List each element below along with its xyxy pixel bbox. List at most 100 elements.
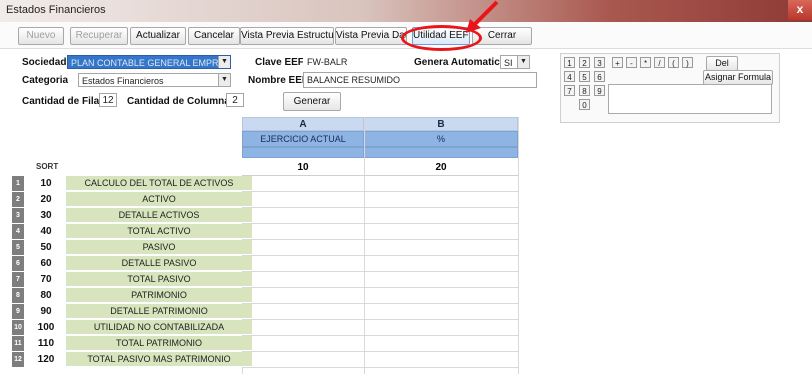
sociedad-value: PLAN CONTABLE GENERAL EMPRESARIAL (71, 58, 230, 68)
grid-line (242, 335, 518, 336)
nombre-eeff-field[interactable]: BALANCE RESUMIDO (303, 72, 537, 88)
table-row[interactable]: 3 30 DETALLE ACTIVOS (12, 208, 252, 224)
row-label[interactable]: DETALLE ACTIVOS (66, 208, 252, 223)
table-row[interactable]: 12 120 TOTAL PASIVO MAS PATRIMONIO (12, 352, 252, 368)
window-title: Estados Financieros (6, 4, 106, 16)
nuevo-button[interactable]: Nuevo (18, 27, 64, 45)
formula-input[interactable] (608, 84, 772, 114)
row-label[interactable]: UTILIDAD NO CONTABILIZADA (66, 320, 252, 335)
row-label[interactable]: TOTAL PASIVO (66, 272, 252, 287)
clave-eeff-field[interactable]: FW-BALR (303, 54, 361, 68)
row-sort[interactable]: 110 (26, 336, 66, 351)
column-b-title[interactable]: % (364, 131, 518, 147)
genera-automatico-select[interactable]: SI ▼ (500, 55, 530, 69)
column-a-blank[interactable] (242, 147, 364, 158)
row-number: 6 (12, 256, 24, 271)
sociedad-label: Sociedad (22, 57, 67, 68)
cantidad-filas-label: Cantidad de Filas (22, 96, 105, 107)
row-sort[interactable]: 80 (26, 288, 66, 303)
categoria-select[interactable]: Estados Financieros ▼ (78, 73, 231, 87)
grid-line (242, 239, 518, 240)
table-row[interactable]: 6 60 DETALLE PASIVO (12, 256, 252, 272)
recuperar-button[interactable]: Recuperar (70, 27, 128, 45)
table-row[interactable]: 7 70 TOTAL PASIVO (12, 272, 252, 288)
sociedad-select[interactable]: PLAN CONTABLE GENERAL EMPRESARIAL ▼ (67, 55, 231, 69)
column-a-number[interactable]: 10 (242, 160, 364, 176)
row-label[interactable]: DETALLE PATRIMONIO (66, 304, 252, 319)
close-icon[interactable]: x (788, 0, 812, 20)
table-row[interactable]: 9 90 DETALLE PATRIMONIO (12, 304, 252, 320)
row-sort[interactable]: 50 (26, 240, 66, 255)
chevron-down-icon[interactable]: ▼ (218, 56, 230, 68)
chevron-down-icon[interactable]: ▼ (218, 74, 230, 86)
key-plus[interactable]: + (612, 57, 623, 68)
grid-line (242, 255, 518, 256)
row-label[interactable]: TOTAL ACTIVO (66, 224, 252, 239)
row-sort[interactable]: 70 (26, 272, 66, 287)
generar-button[interactable]: Generar (283, 92, 341, 111)
key-1[interactable]: 1 (564, 57, 575, 68)
grid-line (242, 287, 518, 288)
table-row[interactable]: 10 100 UTILIDAD NO CONTABILIZADA (12, 320, 252, 336)
cancelar-button[interactable]: Cancelar (188, 27, 240, 45)
row-label[interactable]: ACTIVO (66, 192, 252, 207)
categoria-label: Categoria (22, 75, 69, 86)
key-minus[interactable]: - (626, 57, 637, 68)
row-sort[interactable]: 30 (26, 208, 66, 223)
key-7[interactable]: 7 (564, 85, 575, 96)
clave-eeff-label: Clave EEFF (255, 57, 311, 68)
highlight-ellipse (401, 25, 482, 51)
row-label[interactable]: CALCULO DEL TOTAL DE ACTIVOS (66, 176, 252, 191)
key-4[interactable]: 4 (564, 71, 575, 82)
row-sort[interactable]: 40 (26, 224, 66, 239)
genera-automatico-label: Genera Automatico (414, 57, 506, 68)
column-b-blank[interactable] (364, 147, 518, 158)
row-label[interactable]: TOTAL PATRIMONIO (66, 336, 252, 351)
key-3[interactable]: 3 (594, 57, 605, 68)
row-sort[interactable]: 60 (26, 256, 66, 271)
vista-previa-datos-button[interactable]: Vista Previa Datos (335, 27, 407, 45)
key-2[interactable]: 2 (579, 57, 590, 68)
row-number: 7 (12, 272, 24, 287)
asignar-formula-button[interactable]: Asignar Formula (703, 70, 773, 85)
actualizar-button[interactable]: Actualizar (130, 27, 186, 45)
grid-line (242, 223, 518, 224)
row-label[interactable]: PASIVO (66, 240, 252, 255)
row-label[interactable]: DETALLE PASIVO (66, 256, 252, 271)
row-sort[interactable]: 100 (26, 320, 66, 335)
row-sort[interactable]: 90 (26, 304, 66, 319)
row-label[interactable]: TOTAL PASIVO MAS PATRIMONIO (66, 352, 252, 367)
table-row[interactable]: 5 50 PASIVO (12, 240, 252, 256)
key-8[interactable]: 8 (579, 85, 590, 96)
sort-header: SORT (36, 162, 59, 171)
table-row[interactable]: 1 10 CALCULO DEL TOTAL DE ACTIVOS (12, 176, 252, 192)
table-row[interactable]: 11 110 TOTAL PATRIMONIO (12, 336, 252, 352)
column-a-title[interactable]: EJERCICIO ACTUAL (242, 131, 364, 147)
chevron-down-icon[interactable]: ▼ (517, 56, 529, 68)
cantidad-filas-field[interactable]: 12 (99, 93, 117, 107)
row-sort[interactable]: 120 (26, 352, 66, 367)
key-6[interactable]: 6 (594, 71, 605, 82)
column-b-number[interactable]: 20 (364, 160, 518, 176)
grid-line (518, 117, 519, 374)
row-sort[interactable]: 20 (26, 192, 66, 207)
key-0[interactable]: 0 (579, 99, 590, 110)
row-label[interactable]: PATRIMONIO (66, 288, 252, 303)
key-9[interactable]: 9 (594, 85, 605, 96)
key-open-paren[interactable]: ( (668, 57, 679, 68)
key-close-paren[interactable]: ) (682, 57, 693, 68)
row-sort[interactable]: 10 (26, 176, 66, 191)
vista-previa-estructura-button[interactable]: Vista Previa Estructura (240, 27, 334, 45)
key-5[interactable]: 5 (579, 71, 590, 82)
key-multiply[interactable]: * (640, 57, 651, 68)
column-header-b: B (364, 117, 518, 131)
table-row[interactable]: 2 20 ACTIVO (12, 192, 252, 208)
key-divide[interactable]: / (654, 57, 665, 68)
title-bar: Estados Financieros x (0, 0, 812, 22)
del-button[interactable]: Del (706, 56, 738, 71)
table-row[interactable]: 4 40 TOTAL ACTIVO (12, 224, 252, 240)
cantidad-columnas-field[interactable]: 2 (226, 93, 244, 107)
row-number: 8 (12, 288, 24, 303)
row-number: 12 (12, 352, 24, 367)
table-row[interactable]: 8 80 PATRIMONIO (12, 288, 252, 304)
